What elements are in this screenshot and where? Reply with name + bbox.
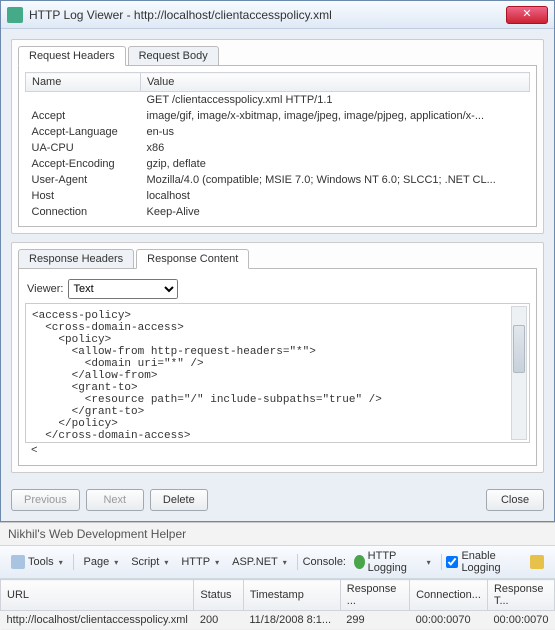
header-name: Host — [26, 188, 141, 204]
header-value: localhost — [141, 188, 530, 204]
app-icon — [7, 7, 23, 23]
col-name-header[interactable]: Name — [26, 73, 141, 92]
viewer-select[interactable]: Text — [68, 279, 178, 299]
http-logging-menu[interactable]: HTTP Logging — [349, 549, 436, 575]
helper-title: Nikhil's Web Development Helper — [0, 523, 555, 545]
delete-button[interactable]: Delete — [150, 489, 208, 511]
script-label: Script — [131, 556, 159, 568]
http-label: HTTP — [181, 556, 210, 568]
header-name: Accept-Language — [26, 124, 141, 140]
table-row[interactable]: UA-CPUx86 — [26, 140, 530, 156]
tab-response-content[interactable]: Response Content — [136, 249, 249, 269]
header-value: en-us — [141, 124, 530, 140]
table-row[interactable]: Acceptimage/gif, image/x-xbitmap, image/… — [26, 108, 530, 124]
header-value: x86 — [141, 140, 530, 156]
console-label: Console: — [303, 556, 346, 568]
cell-connection: 00:00:0070 — [410, 611, 488, 630]
tools-icon — [11, 555, 25, 569]
header-value: Keep-Alive — [141, 204, 530, 220]
col-status[interactable]: Status — [194, 580, 243, 611]
helper-toolbar: Tools Page Script HTTP ASP.NET Console: … — [0, 545, 555, 579]
col-timestamp[interactable]: Timestamp — [243, 580, 340, 611]
enable-logging-checkbox[interactable] — [446, 556, 458, 568]
col-url[interactable]: URL — [1, 580, 194, 611]
cell-status: 200 — [194, 611, 243, 630]
table-row[interactable]: Hostlocalhost — [26, 188, 530, 204]
header-value: image/gif, image/x-xbitmap, image/jpeg, … — [141, 108, 530, 124]
request-headers-body: Name Value GET /clientaccesspolicy.xml H… — [18, 65, 537, 227]
dialog-body: Request Headers Request Body Name Value … — [1, 29, 554, 521]
cell-timestamp: 11/18/2008 8:1... — [243, 611, 340, 630]
response-content-body: Viewer: Text <access-policy> <cross-doma… — [18, 268, 537, 466]
tab-request-headers[interactable]: Request Headers — [18, 46, 126, 66]
response-text: <access-policy> <cross-domain-access> <p… — [32, 310, 382, 442]
request-panel: Request Headers Request Body Name Value … — [11, 39, 544, 234]
page-label: Page — [84, 556, 110, 568]
scroll-arrow-left[interactable]: < — [25, 443, 530, 459]
aspnet-menu[interactable]: ASP.NET — [227, 555, 292, 569]
col-connection[interactable]: Connection... — [410, 580, 488, 611]
previous-button[interactable]: Previous — [11, 489, 80, 511]
table-row[interactable]: Accept-Encodinggzip, deflate — [26, 156, 530, 172]
request-headers-table: Name Value GET /clientaccesspolicy.xml H… — [25, 72, 530, 220]
header-value: GET /clientaccesspolicy.xml HTTP/1.1 — [141, 92, 530, 109]
http-menu[interactable]: HTTP — [176, 555, 224, 569]
globe-icon — [354, 555, 365, 569]
col-responset[interactable]: Response T... — [487, 580, 554, 611]
cell-responset: 00:00:0070 — [487, 611, 554, 630]
close-button[interactable]: Close — [486, 489, 544, 511]
log-row[interactable]: http://localhost/clientaccesspolicy.xml2… — [1, 611, 555, 630]
http-logging-label: HTTP Logging — [368, 550, 422, 574]
enable-logging-label: Enable Logging — [461, 550, 522, 574]
viewer-row: Viewer: Text — [25, 275, 530, 303]
button-row: Previous Next Delete Close — [11, 481, 544, 511]
window-title: HTTP Log Viewer - http://localhost/clien… — [29, 8, 506, 22]
header-value: Mozilla/4.0 (compatible; MSIE 7.0; Windo… — [141, 172, 530, 188]
script-menu[interactable]: Script — [126, 555, 173, 569]
response-tabs: Response Headers Response Content — [18, 249, 537, 269]
header-name: UA-CPU — [26, 140, 141, 156]
scroll-thumb[interactable] — [513, 325, 525, 373]
aspnet-label: ASP.NET — [232, 556, 278, 568]
table-row[interactable]: Accept-Languageen-us — [26, 124, 530, 140]
tools-menu[interactable]: Tools — [6, 554, 68, 570]
header-name — [26, 92, 141, 109]
open-icon-button[interactable] — [525, 554, 549, 570]
tab-response-headers[interactable]: Response Headers — [18, 249, 134, 269]
header-name: Accept-Encoding — [26, 156, 141, 172]
table-row[interactable]: User-AgentMozilla/4.0 (compatible; MSIE … — [26, 172, 530, 188]
header-name: User-Agent — [26, 172, 141, 188]
window-close-button[interactable]: ✕ — [506, 6, 548, 24]
viewer-label: Viewer: — [27, 283, 63, 295]
titlebar[interactable]: HTTP Log Viewer - http://localhost/clien… — [1, 1, 554, 29]
dialog-window: HTTP Log Viewer - http://localhost/clien… — [0, 0, 555, 522]
tab-request-body[interactable]: Request Body — [128, 46, 219, 66]
next-button[interactable]: Next — [86, 489, 144, 511]
scrollbar[interactable] — [511, 306, 527, 440]
col-value-header[interactable]: Value — [141, 73, 530, 92]
cell-url: http://localhost/clientaccesspolicy.xml — [1, 611, 194, 630]
table-row[interactable]: GET /clientaccesspolicy.xml HTTP/1.1 — [26, 92, 530, 109]
response-panel: Response Headers Response Content Viewer… — [11, 242, 544, 473]
col-response[interactable]: Response ... — [340, 580, 409, 611]
header-value: gzip, deflate — [141, 156, 530, 172]
header-name: Accept — [26, 108, 141, 124]
helper-panel: Nikhil's Web Development Helper Tools Pa… — [0, 522, 555, 630]
cell-response: 299 — [340, 611, 409, 630]
tools-label: Tools — [28, 556, 54, 568]
response-content-text[interactable]: <access-policy> <cross-domain-access> <p… — [25, 303, 530, 443]
request-tabs: Request Headers Request Body — [18, 46, 537, 66]
open-icon — [530, 555, 544, 569]
header-name: Connection — [26, 204, 141, 220]
page-menu[interactable]: Page — [79, 555, 124, 569]
table-row[interactable]: ConnectionKeep-Alive — [26, 204, 530, 220]
log-grid: URL Status Timestamp Response ... Connec… — [0, 579, 555, 630]
